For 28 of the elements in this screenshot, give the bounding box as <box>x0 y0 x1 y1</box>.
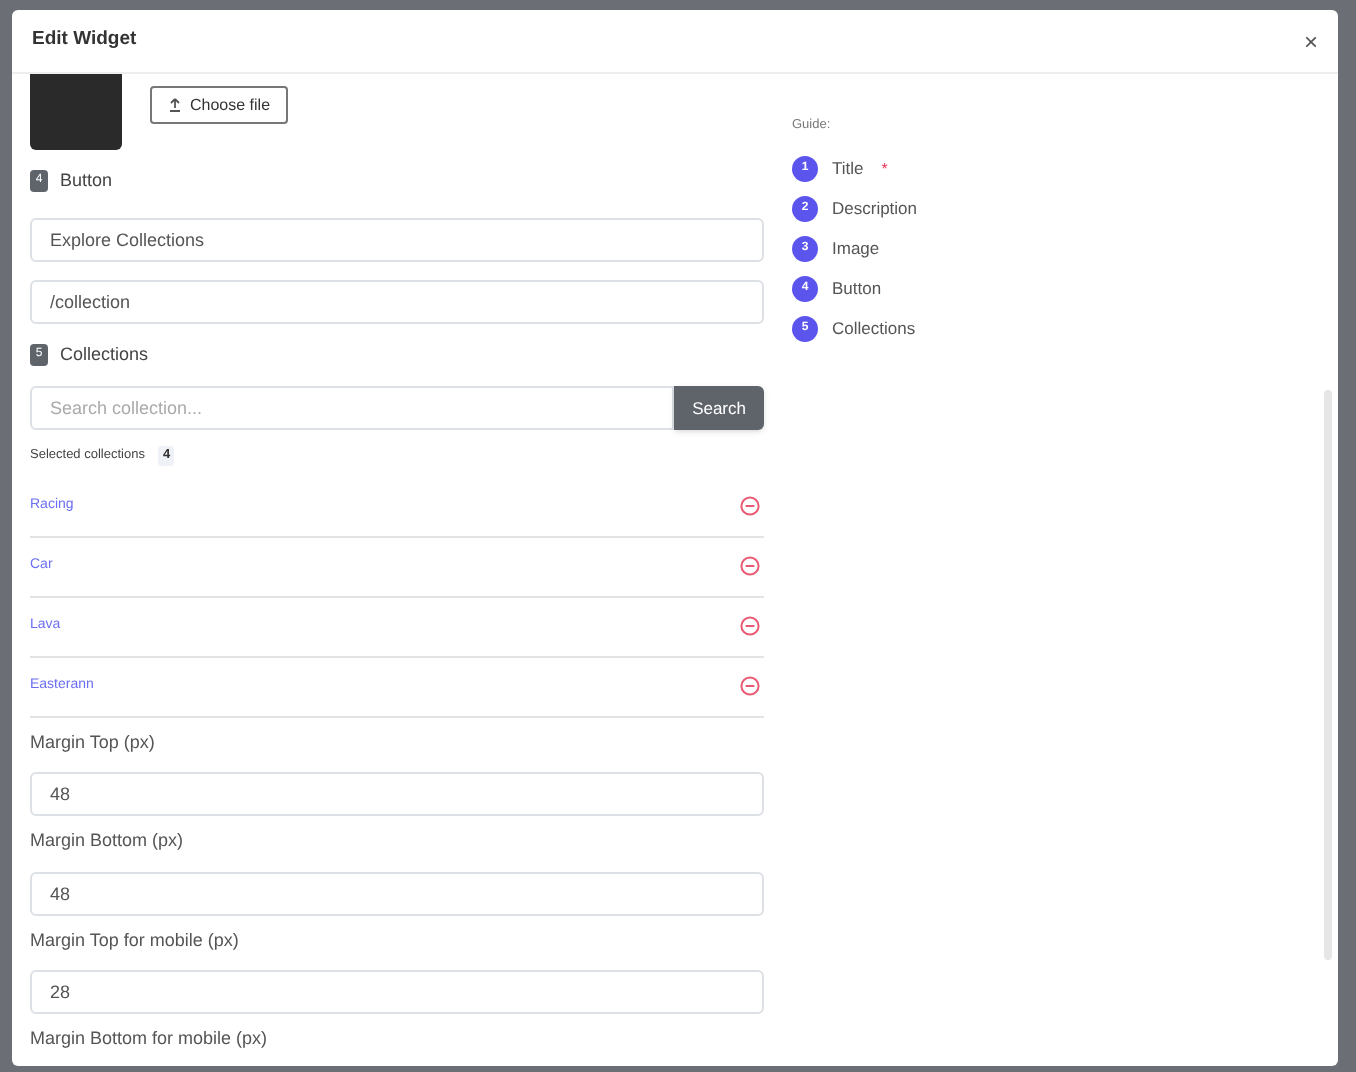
choose-file-button[interactable]: Choose file <box>150 86 289 124</box>
guide-item[interactable]: Button <box>832 276 882 303</box>
section-label: Button <box>60 168 113 194</box>
field-label: Margin Bottom (px) <box>30 828 186 855</box>
remove-icon[interactable] <box>740 496 760 517</box>
modal-title: Edit Widget <box>32 26 137 55</box>
guide-item[interactable]: Title <box>832 156 864 183</box>
photo-placeholder <box>30 74 122 150</box>
guide-item[interactable]: Description <box>832 196 918 223</box>
margin-field[interactable]: 28 <box>30 970 764 1015</box>
search-field[interactable]: Search collection... <box>30 386 675 430</box>
margin-field[interactable]: 48 <box>30 871 764 916</box>
field-label: Margin Top (px) <box>30 729 157 756</box>
search-button[interactable]: Search <box>674 386 764 430</box>
remove-icon[interactable] <box>740 676 760 697</box>
margin-field[interactable]: 48 <box>30 772 764 817</box>
guide-item[interactable]: Image <box>832 236 880 263</box>
guide-item[interactable]: Collections <box>832 316 916 343</box>
section-label: Collections <box>60 341 149 367</box>
remove-icon[interactable] <box>740 616 760 637</box>
field-label: Margin Bottom for mobile (px) <box>30 1026 270 1053</box>
button-link-field[interactable]: /collection <box>30 279 764 323</box>
upload-icon <box>168 98 182 112</box>
remove-icon[interactable] <box>740 556 760 577</box>
button-text-field[interactable]: Explore Collections <box>30 217 764 261</box>
field-label: Margin Top for mobile (px) <box>30 927 241 954</box>
close-button[interactable]: × <box>1303 23 1318 59</box>
required-asterisk: * <box>881 157 888 182</box>
